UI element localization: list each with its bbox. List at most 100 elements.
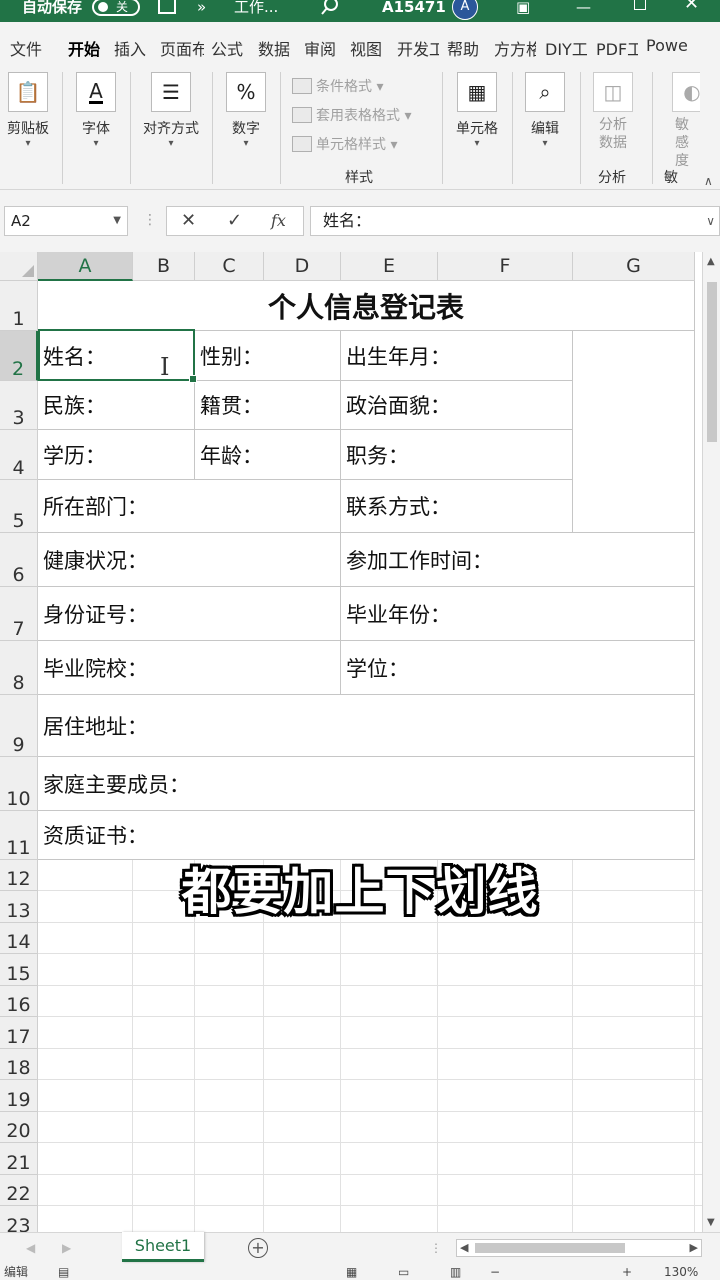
name-box[interactable]: A2 ▼ (4, 206, 128, 236)
cell-ethnicity[interactable]: 民族： (38, 381, 195, 430)
editing-group[interactable]: ⌕ 编辑 ▾ (518, 66, 572, 149)
cell-education[interactable]: 学历： (38, 430, 195, 480)
row-header[interactable]: 7 (0, 587, 38, 641)
column-header-f[interactable]: F (438, 252, 573, 281)
tab-help[interactable]: 帮助 (447, 36, 479, 60)
formula-input[interactable]: 姓名： ∨ (310, 206, 720, 236)
ribbon-display-icon[interactable]: ▣ (516, 0, 530, 22)
scroll-up-icon[interactable]: ▲ (707, 256, 715, 267)
row-header[interactable]: 16 (0, 986, 38, 1017)
row-header[interactable]: 1 (0, 281, 38, 331)
minimize-icon[interactable]: — (576, 0, 591, 22)
cell-id-number[interactable]: 身份证号： (38, 587, 341, 641)
cell-department[interactable]: 所在部门： (38, 480, 341, 533)
cell-address[interactable]: 居住地址： (38, 695, 695, 757)
font-group[interactable]: A 字体 ▾ (70, 66, 122, 149)
row-header[interactable]: 20 (0, 1112, 38, 1143)
scroll-left-icon[interactable]: ◀ (460, 1241, 468, 1254)
document-name[interactable]: 工作... (234, 0, 278, 22)
photo-cell[interactable] (573, 331, 695, 533)
row-header[interactable]: 3 (0, 381, 38, 430)
tab-formulas[interactable]: 公式 (211, 36, 243, 60)
zoom-level[interactable]: 130% (664, 1266, 698, 1278)
tab-page-layout[interactable]: 页面布 (160, 36, 204, 60)
tab-view[interactable]: 视图 (350, 36, 382, 60)
zoom-out-icon[interactable]: − (490, 1266, 500, 1278)
cell-position[interactable]: 职务： (341, 430, 573, 480)
row-header[interactable]: 14 (0, 923, 38, 954)
vertical-scrollbar[interactable]: ▲ ▼ (702, 252, 720, 1232)
cell-graduation-year[interactable]: 毕业年份： (341, 587, 695, 641)
page-break-view-icon[interactable]: ▥ (450, 1266, 461, 1278)
more-commands-button[interactable]: » (197, 0, 206, 22)
page-layout-view-icon[interactable]: ▭ (398, 1266, 409, 1278)
cell-styles-button[interactable]: 单元格样式 ▾ (292, 134, 397, 154)
tab-data[interactable]: 数据 (258, 36, 290, 60)
cell-family[interactable]: 家庭主要成员： (38, 757, 695, 811)
cell-school[interactable]: 毕业院校： (38, 641, 341, 695)
number-group[interactable]: % 数字 ▾ (220, 66, 272, 149)
normal-view-icon[interactable]: ▦ (346, 1266, 357, 1278)
active-cell-selection[interactable] (38, 329, 197, 383)
resize-handle[interactable]: ⋮ (430, 1241, 442, 1255)
tab-insert[interactable]: 插入 (114, 36, 146, 60)
row-header[interactable]: 10 (0, 757, 38, 811)
tab-review[interactable]: 审阅 (304, 36, 336, 60)
horizontal-scrollbar[interactable]: ◀ ▶ (456, 1239, 702, 1257)
user-name[interactable]: A15471 (382, 0, 446, 22)
row-header[interactable]: 6 (0, 533, 38, 587)
analyze-data-button[interactable]: ◫ 分析数据 (586, 66, 640, 152)
row-header[interactable]: 21 (0, 1143, 38, 1175)
worksheet-grid[interactable]: A B C D E F G 1 2 3 4 5 6 7 8 9 10 11 12… (0, 252, 720, 1232)
save-icon[interactable] (158, 0, 176, 14)
sheet-title-cell[interactable]: 个人信息登记表 (38, 281, 695, 331)
tab-power[interactable]: Powe (646, 36, 690, 55)
scroll-down-icon[interactable]: ▼ (707, 1217, 715, 1228)
tab-fangfangge[interactable]: 方方格 (494, 36, 536, 60)
select-all-button[interactable] (0, 252, 38, 281)
column-header-d[interactable]: D (264, 252, 341, 281)
cell-contact[interactable]: 联系方式： (341, 480, 573, 533)
next-sheet-icon[interactable]: ▶ (62, 1241, 71, 1255)
row-header[interactable]: 18 (0, 1049, 38, 1080)
column-header-a[interactable]: A (38, 252, 133, 281)
row-header[interactable]: 23 (0, 1206, 38, 1232)
row-header[interactable]: 5 (0, 480, 38, 533)
conditional-format-button[interactable]: 条件格式 ▾ (292, 76, 383, 96)
zoom-in-icon[interactable]: + (622, 1266, 632, 1278)
avatar[interactable]: A (452, 0, 478, 20)
cell-degree[interactable]: 学位： (341, 641, 695, 695)
table-format-button[interactable]: 套用表格格式 ▾ (292, 105, 411, 125)
tab-file[interactable]: 文件 (10, 36, 42, 60)
cell-hometown[interactable]: 籍贯： (195, 381, 341, 430)
chevron-down-icon[interactable]: ∨ (706, 207, 715, 235)
sensitivity-button[interactable]: ◐ 敏感度 (660, 66, 700, 170)
tab-home[interactable]: 开始 (68, 36, 101, 69)
cancel-icon[interactable]: ✕ (181, 210, 196, 231)
prev-sheet-icon[interactable]: ◀ (26, 1241, 35, 1255)
cell-health[interactable]: 健康状况： (38, 533, 341, 587)
scroll-thumb[interactable] (707, 282, 717, 442)
row-header[interactable]: 15 (0, 954, 38, 986)
sheet-tab-sheet1[interactable]: Sheet1 (122, 1232, 204, 1262)
cell-political-status[interactable]: 政治面貌： (341, 381, 573, 430)
tab-diy-tools[interactable]: DIY工 (545, 36, 587, 60)
scroll-right-icon[interactable]: ▶ (690, 1241, 698, 1254)
insert-function-icon[interactable]: fx (271, 211, 286, 230)
search-icon[interactable] (320, 0, 340, 18)
maximize-icon[interactable] (634, 0, 646, 10)
column-header-c[interactable]: C (195, 252, 264, 281)
row-header[interactable]: 2 (0, 331, 38, 381)
accessibility-icon[interactable]: ▤ (58, 1266, 69, 1278)
enter-icon[interactable]: ✓ (227, 210, 242, 231)
collapse-ribbon-icon[interactable]: ∧ (704, 174, 713, 188)
row-header[interactable]: 8 (0, 641, 38, 695)
autosave-toggle[interactable]: 关 (92, 0, 140, 16)
cells-group[interactable]: ▦ 单元格 ▾ (450, 66, 504, 149)
cell-age[interactable]: 年龄： (195, 430, 341, 480)
row-header[interactable]: 22 (0, 1175, 38, 1206)
column-header-b[interactable]: B (133, 252, 195, 281)
row-header[interactable]: 4 (0, 430, 38, 480)
column-header-e[interactable]: E (341, 252, 438, 281)
add-sheet-icon[interactable]: + (248, 1238, 268, 1258)
